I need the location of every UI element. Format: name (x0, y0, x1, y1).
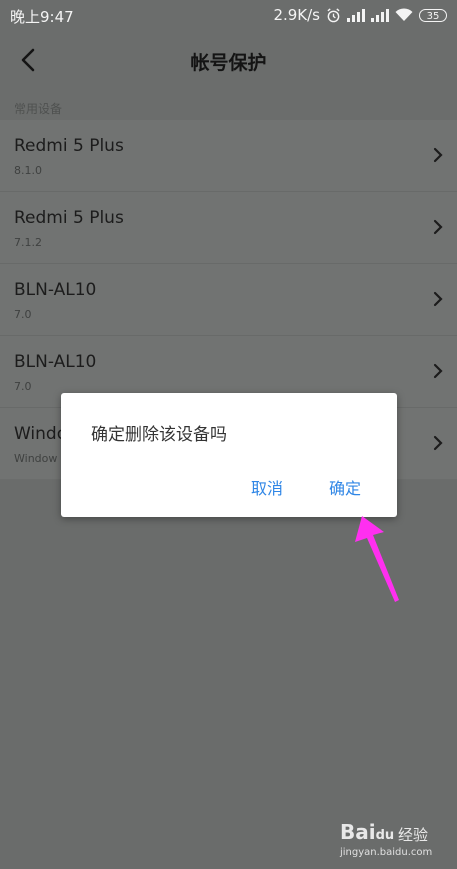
device-name: BLN-AL10 (14, 280, 97, 300)
confirm-dialog: 确定删除该设备吗 取消 确定 (61, 393, 397, 517)
battery-icon: 35 (419, 8, 447, 22)
chevron-right-icon (433, 147, 443, 163)
device-version: Window (14, 452, 58, 465)
network-speed: 2.9K/s (273, 6, 320, 24)
device-name: Redmi 5 Plus (14, 208, 124, 228)
signal-icon (371, 8, 389, 22)
wifi-icon (395, 8, 413, 21)
chevron-right-icon (433, 291, 443, 307)
chevron-right-icon (433, 363, 443, 379)
baidu-logo: Baidu (340, 820, 395, 844)
device-name: BLN-AL10 (14, 352, 97, 372)
status-icons: 2.9K/s 35 (273, 6, 447, 24)
cancel-button[interactable]: 取消 (251, 475, 283, 499)
device-version: 7.0 (14, 380, 32, 393)
list-item[interactable]: BLN-AL10 7.0 (0, 264, 457, 336)
pointer-arrow-icon (355, 516, 399, 602)
chevron-right-icon (433, 219, 443, 235)
chevron-right-icon (433, 435, 443, 451)
device-version: 8.1.0 (14, 164, 42, 177)
section-label: 常用设备 (14, 102, 63, 116)
device-version: 7.0 (14, 308, 32, 321)
confirm-button[interactable]: 确定 (329, 475, 361, 499)
alarm-icon (327, 7, 340, 22)
list-item[interactable]: Redmi 5 Plus 8.1.0 (0, 120, 457, 192)
list-item[interactable]: Redmi 5 Plus 7.1.2 (0, 192, 457, 264)
device-version: 7.1.2 (14, 236, 42, 249)
device-name: Redmi 5 Plus (14, 136, 124, 156)
status-time: 晚上9:47 (10, 8, 74, 26)
baidu-watermark: Baidu 经验 jingyan.baidu.com (340, 820, 452, 862)
dialog-message: 确定删除该设备吗 (91, 425, 227, 445)
signal-icon (347, 8, 365, 22)
watermark-url: jingyan.baidu.com (340, 847, 433, 858)
page-title: 帐号保护 (190, 52, 267, 74)
status-bar: 晚上9:47 2.9K/s 35 (0, 0, 457, 32)
app-header: 帐号保护 (0, 32, 457, 88)
brand-text: 经验 (398, 826, 429, 844)
device-name: Windo (14, 424, 68, 444)
